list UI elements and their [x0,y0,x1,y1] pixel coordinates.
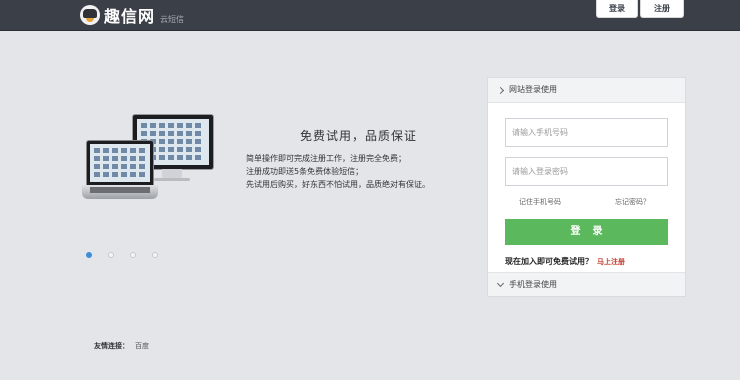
join-prompt: 现在加入即可免费试用？ 马上注册 [505,256,625,267]
promo-description: 简单操作即可完成注册工作，注册完全免费； 注册成功即送5条免费体验短信； 先试用… [246,152,430,191]
promo-headline: 免费试用，品质保证 [300,129,418,143]
chevron-right-icon [496,86,505,94]
mobile-login-tab-label: 手机登录使用 [509,279,557,289]
promo-line: 先试用后购买，好东西不怕试用，品质绝对有保证。 [246,180,430,189]
carousel-indicators [86,252,174,258]
top-nav: 登录 注册 [596,0,686,18]
logo[interactable]: 趣信网 云短信 [80,3,184,27]
phone-input[interactable] [505,118,668,147]
friend-links-label: 友情连接： [94,342,129,350]
logo-subtitle: 云短信 [160,15,185,24]
web-login-tab[interactable]: 网站登录使用 [488,78,685,103]
register-nav-button[interactable]: 注册 [640,0,684,18]
carousel-dot[interactable] [108,252,114,258]
login-button[interactable]: 登录 [505,219,668,245]
logo-icon [80,5,100,25]
logo-name: 趣信网 [104,7,156,26]
friend-links: 友情连接： 百度 [94,341,149,351]
register-now-link[interactable]: 马上注册 [597,258,625,266]
remember-phone-option[interactable]: 记住手机号码 [519,197,561,207]
carousel-dot[interactable] [152,252,158,258]
forgot-password-link[interactable]: 忘记密码？ [615,197,650,207]
carousel-dot[interactable] [130,252,136,258]
carousel-dot[interactable] [86,252,92,258]
promo-line: 简单操作即可完成注册工作，注册完全免费； [246,154,406,163]
friend-link[interactable]: 百度 [135,341,149,351]
web-login-tab-label: 网站登录使用 [509,85,557,94]
devices-illustration [82,112,214,204]
top-bar: 趣信网 云短信 登录 注册 [0,0,740,31]
laptop-icon [86,140,154,186]
chevron-down-icon [496,279,505,287]
promo-line: 注册成功即送5条免费体验短信； [246,167,364,176]
login-panel: 网站登录使用 记住手机号码 忘记密码？ 登录 现在加入即可免费试用？ 马上注册 手… [487,77,686,297]
mobile-login-tab[interactable]: 手机登录使用 [488,272,685,296]
join-text: 现在加入即可免费试用？ [505,257,593,266]
password-input[interactable] [505,157,668,186]
login-nav-button[interactable]: 登录 [596,0,638,18]
